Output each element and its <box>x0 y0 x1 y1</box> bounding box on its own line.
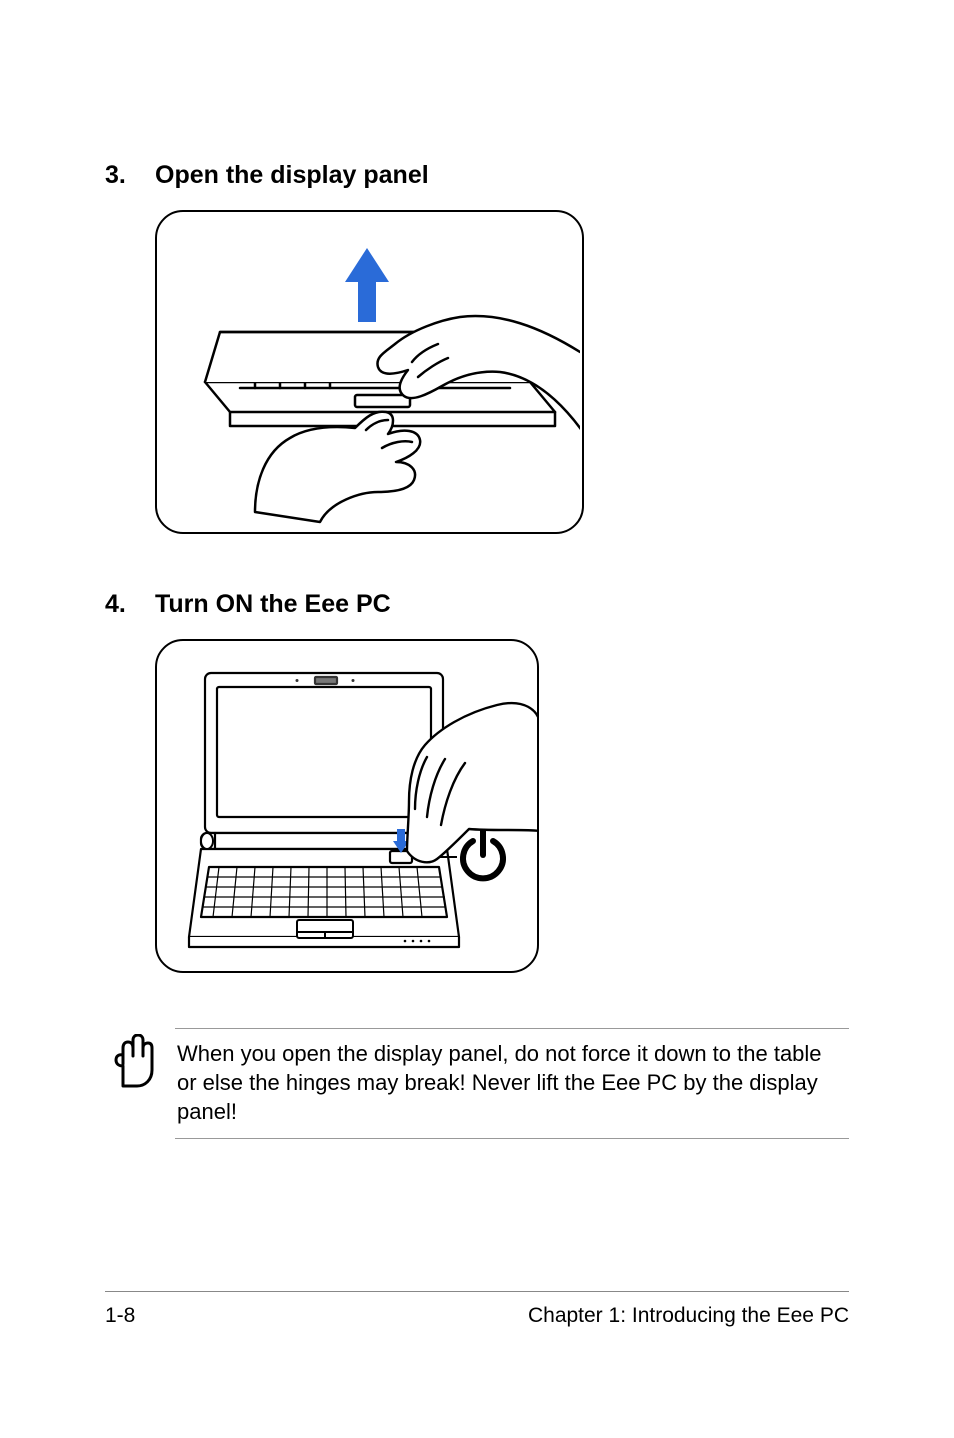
step-4-title: Turn ON the Eee PC <box>155 589 391 619</box>
figure-turn-on-eee-pc <box>155 639 849 973</box>
page-number: 1-8 <box>105 1304 135 1328</box>
caution-note: When you open the display panel, do not … <box>105 1028 849 1139</box>
caution-note-text: When you open the display panel, do not … <box>175 1028 849 1139</box>
step-3-title: Open the display panel <box>155 160 429 190</box>
figure-box-2 <box>155 639 539 973</box>
step-3-number: 3. <box>105 160 155 190</box>
figure-open-display-panel <box>155 210 849 534</box>
turn-on-illustration-icon <box>157 641 537 971</box>
important-hand-icon <box>105 1028 175 1090</box>
manual-page: 3. Open the display panel <box>0 0 954 1438</box>
step-4-heading: 4. Turn ON the Eee PC <box>105 589 849 619</box>
open-display-illustration-icon <box>160 212 580 532</box>
page-footer: 1-8 Chapter 1: Introducing the Eee PC <box>105 1291 849 1328</box>
chapter-label: Chapter 1: Introducing the Eee PC <box>528 1304 849 1328</box>
step-3-heading: 3. Open the display panel <box>105 160 849 190</box>
step-4-number: 4. <box>105 589 155 619</box>
figure-box-1 <box>155 210 584 534</box>
